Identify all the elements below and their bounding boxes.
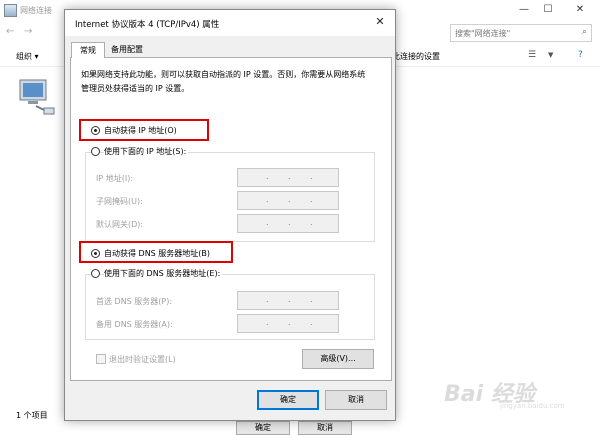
cancel-button[interactable]: 取消	[325, 390, 387, 410]
ip-manual-radio[interactable]	[91, 147, 100, 156]
default-gateway-field[interactable]: ...	[237, 214, 339, 233]
general-tab-panel: 如果网络支持此功能，则可以获取自动指派的 IP 设置。否则，你需要从网络系统管理…	[70, 57, 392, 381]
bg-cancel-button[interactable]: 取消	[298, 421, 352, 435]
description-text: 如果网络支持此功能，则可以获取自动指派的 IP 设置。否则，你需要从网络系统管理…	[81, 70, 366, 93]
alternate-dns-label: 备用 DNS 服务器(A):	[96, 320, 173, 329]
network-adapter-icon[interactable]	[14, 74, 58, 118]
help-icon[interactable]: ?	[578, 50, 583, 60]
organize-menu[interactable]: 组织 ▾	[16, 51, 39, 62]
dialog-title: Internet 协议版本 4 (TCP/IPv4) 属性	[75, 20, 220, 30]
item-count: 1 个项目	[16, 411, 48, 420]
radio-selected-dot	[94, 129, 97, 132]
watermark-url: jingyan.baidu.com	[500, 402, 565, 410]
connection-settings-command[interactable]: 此连接的设置	[392, 51, 440, 62]
baidu-jingyan-watermark: Bai 经验 jingyan.baidu.com	[444, 376, 594, 416]
view-dropdown-icon[interactable]: ▼	[548, 51, 553, 59]
dns-auto-radio[interactable]	[91, 249, 100, 258]
default-gateway-label: 默认网关(D):	[96, 220, 144, 229]
preferred-dns-label: 首选 DNS 服务器(P):	[96, 297, 173, 306]
tab-general[interactable]: 常规	[71, 42, 105, 58]
search-input[interactable]: 搜索"网络连接" ⌕	[450, 24, 592, 42]
minimize-icon[interactable]: —	[514, 3, 534, 17]
maximize-icon[interactable]: ☐	[538, 3, 558, 17]
ip-auto-radio[interactable]	[91, 126, 100, 135]
network-folder-icon	[4, 4, 17, 17]
dns-manual-radio[interactable]	[91, 269, 100, 278]
ip-auto-label[interactable]: 自动获得 IP 地址(O)	[104, 125, 177, 136]
back-arrow-icon[interactable]: ←	[6, 26, 14, 37]
advanced-button[interactable]: 高级(V)...	[302, 349, 374, 369]
dns-manual-label[interactable]: 使用下面的 DNS 服务器地址(E):	[104, 268, 223, 279]
search-icon[interactable]: ⌕	[582, 27, 587, 37]
dialog-close-icon[interactable]: ✕	[373, 15, 387, 29]
validate-label[interactable]: 退出时验证设置(L)	[109, 354, 176, 365]
alternate-dns-field[interactable]: ...	[237, 314, 339, 333]
preferred-dns-field[interactable]: ...	[237, 291, 339, 310]
explorer-title: 网络连接	[20, 6, 52, 15]
ip-address-field[interactable]: ...	[237, 168, 339, 187]
ipv4-properties-dialog: Internet 协议版本 4 (TCP/IPv4) 属性 ✕ 常规 备用配置 …	[64, 9, 396, 421]
ip-manual-label[interactable]: 使用下面的 IP 地址(S):	[104, 146, 189, 157]
radio-selected-dot	[94, 252, 97, 255]
ok-button[interactable]: 确定	[257, 390, 319, 410]
ip-address-label: IP 地址(I):	[96, 174, 134, 183]
subnet-mask-label: 子网掩码(U):	[96, 197, 143, 206]
validate-checkbox[interactable]	[96, 354, 106, 364]
subnet-mask-field[interactable]: ...	[237, 191, 339, 210]
tab-alternate-config[interactable]: 备用配置	[107, 42, 147, 57]
forward-arrow-icon[interactable]: →	[24, 26, 32, 37]
bg-ok-button[interactable]: 确定	[236, 421, 290, 435]
dialog-titlebar: Internet 协议版本 4 (TCP/IPv4) 属性 ✕	[65, 10, 395, 36]
dns-auto-label[interactable]: 自动获得 DNS 服务器地址(B)	[104, 248, 210, 259]
view-options-icon[interactable]: ☰	[528, 50, 536, 60]
search-placeholder: 搜索"网络连接"	[455, 29, 511, 38]
close-icon[interactable]: ✕	[570, 3, 590, 17]
